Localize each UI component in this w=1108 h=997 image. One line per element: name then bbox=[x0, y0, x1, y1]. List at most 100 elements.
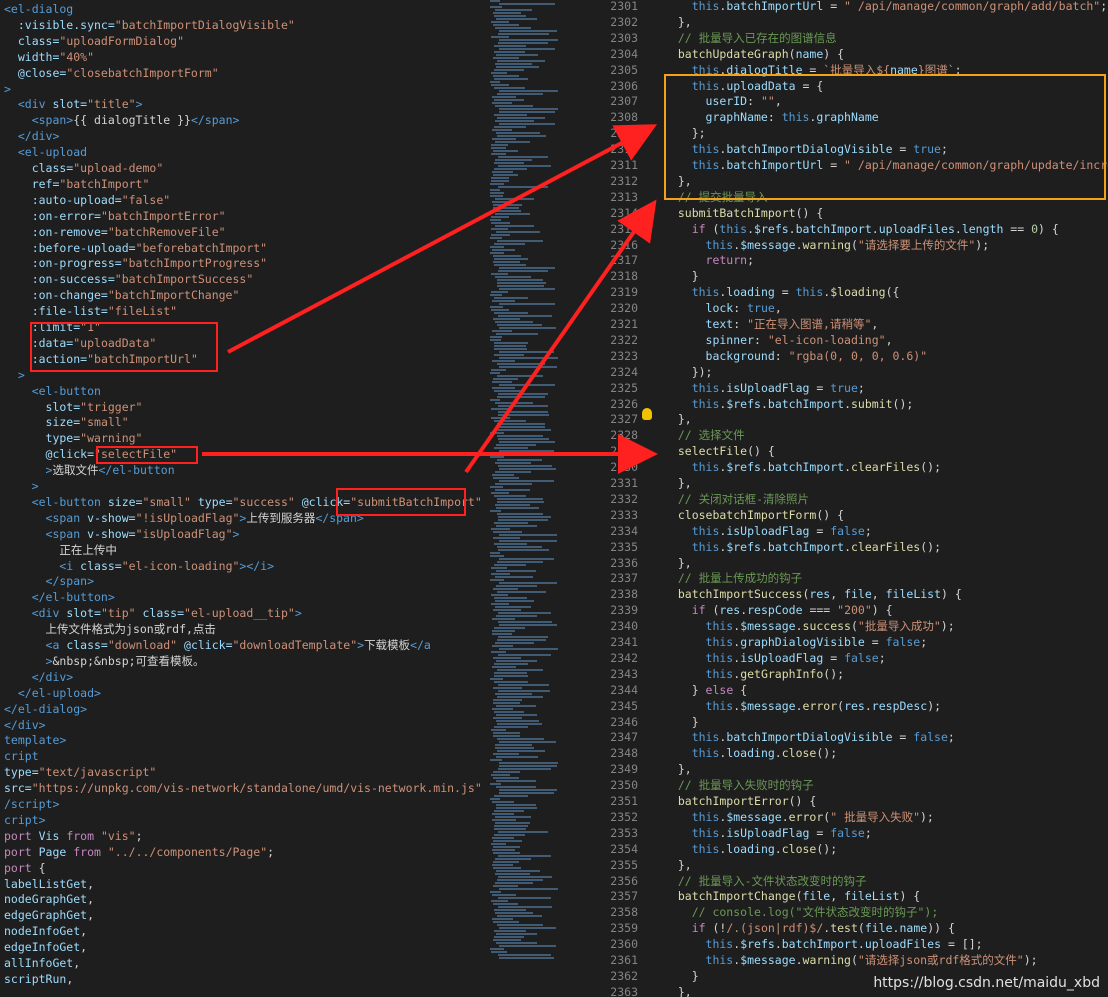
code-line[interactable]: if (res.respCode === "200") { bbox=[664, 602, 893, 618]
code-line[interactable]: </el-upload> bbox=[4, 685, 101, 701]
code-line[interactable]: > bbox=[4, 478, 39, 494]
code-line[interactable]: // 关闭对话框-清除照片 bbox=[664, 491, 809, 507]
code-line[interactable]: cript bbox=[4, 748, 39, 764]
code-line[interactable]: this.loading = this.$loading({ bbox=[664, 284, 900, 300]
code-line[interactable]: batchImportChange(file, fileList) { bbox=[664, 888, 920, 904]
code-line[interactable]: >选取文件</el-button bbox=[4, 462, 175, 478]
code-line[interactable]: <span>{{ dialogTitle }}</span> bbox=[4, 112, 240, 128]
code-line[interactable]: }, bbox=[664, 411, 692, 427]
code-line[interactable]: /script> bbox=[4, 796, 59, 812]
code-line[interactable]: if (this.$refs.batchImport.uploadFiles.l… bbox=[664, 221, 1059, 237]
code-line[interactable]: }, bbox=[664, 14, 692, 30]
code-line[interactable]: closebatchImportForm() { bbox=[664, 507, 844, 523]
code-line[interactable]: this.isUploadFlag = false; bbox=[664, 523, 872, 539]
code-line[interactable]: spinner: "el-icon-loading", bbox=[664, 332, 893, 348]
code-line[interactable]: scriptRun, bbox=[4, 971, 73, 987]
code-line[interactable]: if (!/.(json|rdf)$/.test(file.name)) { bbox=[664, 920, 955, 936]
code-line[interactable]: :on-progress="batchImportProgress" bbox=[4, 255, 267, 271]
code-line[interactable]: labelListGet, bbox=[4, 876, 94, 892]
code-line[interactable]: nodeInfoGet, bbox=[4, 923, 87, 939]
code-line[interactable]: </div> bbox=[4, 128, 60, 144]
code-line[interactable]: }, bbox=[664, 475, 692, 491]
code-line[interactable]: :on-change="batchImportChange" bbox=[4, 287, 240, 303]
code-line[interactable]: :file-list="fileList" bbox=[4, 303, 177, 319]
lightbulb-icon[interactable] bbox=[642, 408, 652, 420]
code-line[interactable]: // 批量导入失败时的钩子 bbox=[664, 777, 814, 793]
code-line[interactable]: >&nbsp;&nbsp;可查看模板。 bbox=[4, 653, 205, 669]
code-line[interactable]: this.$refs.batchImport.uploadFiles = []; bbox=[664, 936, 983, 952]
code-line[interactable]: allInfoGet, bbox=[4, 955, 80, 971]
code-line[interactable]: size="small" bbox=[4, 414, 129, 430]
code-line[interactable]: this.$refs.batchImport.submit(); bbox=[664, 396, 914, 412]
code-line[interactable]: width="40%" bbox=[4, 49, 94, 65]
code-line[interactable]: // 批量导入已存在的图谱信息 bbox=[664, 30, 837, 46]
code-line[interactable]: :on-success="batchImportSuccess" bbox=[4, 271, 254, 287]
code-line[interactable]: @close="closebatchImportForm" bbox=[4, 65, 219, 81]
code-line[interactable]: :auto-upload="false" bbox=[4, 192, 170, 208]
code-line[interactable]: batchImportError() { bbox=[664, 793, 816, 809]
code-line[interactable]: this.isUploadFlag = false; bbox=[664, 825, 872, 841]
code-line[interactable]: lock: true, bbox=[664, 300, 782, 316]
code-line[interactable]: ref="batchImport" bbox=[4, 176, 150, 192]
code-line[interactable]: this.graphDialogVisible = false; bbox=[664, 634, 928, 650]
code-line[interactable]: <div slot="title"> bbox=[4, 96, 143, 112]
code-line[interactable]: cript> bbox=[4, 812, 46, 828]
code-line[interactable]: <span v-show="isUploadFlag"> bbox=[4, 526, 240, 542]
code-line[interactable]: <span v-show="!isUploadFlag">上传到服务器</spa… bbox=[4, 510, 364, 526]
code-line[interactable]: nodeGraphGet, bbox=[4, 891, 94, 907]
code-line[interactable]: this.$message.warning("请选择要上传的文件"); bbox=[664, 237, 990, 253]
code-line[interactable]: }, bbox=[664, 984, 692, 997]
code-line[interactable]: this.batchImportDialogVisible = false; bbox=[664, 729, 955, 745]
code-line[interactable]: // console.log("文件状态改变时的钩子"); bbox=[664, 904, 939, 920]
code-line[interactable]: return; bbox=[664, 252, 755, 268]
code-line[interactable]: class="upload-demo" bbox=[4, 160, 164, 176]
code-line[interactable]: this.loading.close(); bbox=[664, 745, 837, 761]
code-line[interactable]: </div> bbox=[4, 717, 46, 733]
code-line[interactable]: class="uploadFormDialog" bbox=[4, 33, 184, 49]
code-line[interactable]: <el-button bbox=[4, 383, 101, 399]
code-line[interactable]: :visible.sync="batchImportDialogVisible" bbox=[4, 17, 295, 33]
code-line[interactable]: // 选择文件 bbox=[664, 427, 745, 443]
code-line[interactable]: <el-dialog bbox=[4, 1, 73, 17]
code-line[interactable]: </div> bbox=[4, 669, 74, 685]
code-line[interactable]: this.$message.warning("请选择json或rdf格式的文件"… bbox=[664, 952, 1038, 968]
code-line[interactable]: :on-error="batchImportError" bbox=[4, 208, 226, 224]
code-line[interactable]: submitBatchImport() { bbox=[664, 205, 823, 221]
code-line[interactable]: </el-button> bbox=[4, 589, 115, 605]
code-line[interactable]: 上传文件格式为json或rdf,点击 bbox=[4, 621, 216, 637]
code-line[interactable]: :before-upload="beforebatchImport" bbox=[4, 240, 267, 256]
code-line[interactable]: <el-upload bbox=[4, 144, 87, 160]
code-line[interactable]: <a class="download" @click="downloadTemp… bbox=[4, 637, 431, 653]
code-line[interactable]: this.$refs.batchImport.clearFiles(); bbox=[664, 539, 941, 555]
code-line[interactable]: // 批量上传成功的钩子 bbox=[664, 570, 802, 586]
code-line[interactable]: </el-dialog> bbox=[4, 701, 87, 717]
code-line[interactable]: <div slot="tip" class="el-upload__tip"> bbox=[4, 605, 302, 621]
code-line[interactable]: background: "rgba(0, 0, 0, 0.6)" bbox=[664, 348, 928, 364]
code-line[interactable]: src="https://unpkg.com/vis-network/stand… bbox=[4, 780, 480, 796]
code-line[interactable]: > bbox=[4, 367, 25, 383]
code-line[interactable]: this.$refs.batchImport.clearFiles(); bbox=[664, 459, 941, 475]
code-line[interactable]: this.isUploadFlag = true; bbox=[664, 380, 865, 396]
code-line[interactable]: this.$message.success("批量导入成功"); bbox=[664, 618, 955, 634]
code-line[interactable]: this.loading.close(); bbox=[664, 841, 837, 857]
code-line[interactable]: this.$message.error(res.respDesc); bbox=[664, 698, 942, 714]
code-line[interactable]: } else { bbox=[664, 682, 747, 698]
code-line[interactable]: }, bbox=[664, 761, 692, 777]
code-line[interactable]: this.$message.error(" 批量导入失败"); bbox=[664, 809, 934, 825]
code-line[interactable]: edgeInfoGet, bbox=[4, 939, 87, 955]
code-line[interactable]: port { bbox=[4, 860, 46, 876]
code-line[interactable]: </span> bbox=[4, 573, 94, 589]
code-line[interactable]: edgeGraphGet, bbox=[4, 907, 94, 923]
code-line[interactable]: } bbox=[664, 968, 699, 984]
code-line[interactable]: batchUpdateGraph(name) { bbox=[664, 46, 844, 62]
code-line[interactable]: 正在上传中 bbox=[4, 542, 117, 558]
code-line[interactable]: this.getGraphInfo(); bbox=[664, 666, 845, 682]
code-line[interactable]: type="warning" bbox=[4, 430, 143, 446]
code-line[interactable]: }); bbox=[664, 364, 713, 380]
code-line[interactable]: slot="trigger" bbox=[4, 399, 143, 415]
code-line[interactable]: } bbox=[664, 714, 699, 730]
code-line[interactable]: text: "正在导入图谱,请稍等", bbox=[664, 316, 879, 332]
code-line[interactable]: } bbox=[664, 268, 699, 284]
code-line[interactable]: // 批量导入-文件状态改变时的钩子 bbox=[664, 873, 867, 889]
code-line[interactable]: }, bbox=[664, 555, 692, 571]
